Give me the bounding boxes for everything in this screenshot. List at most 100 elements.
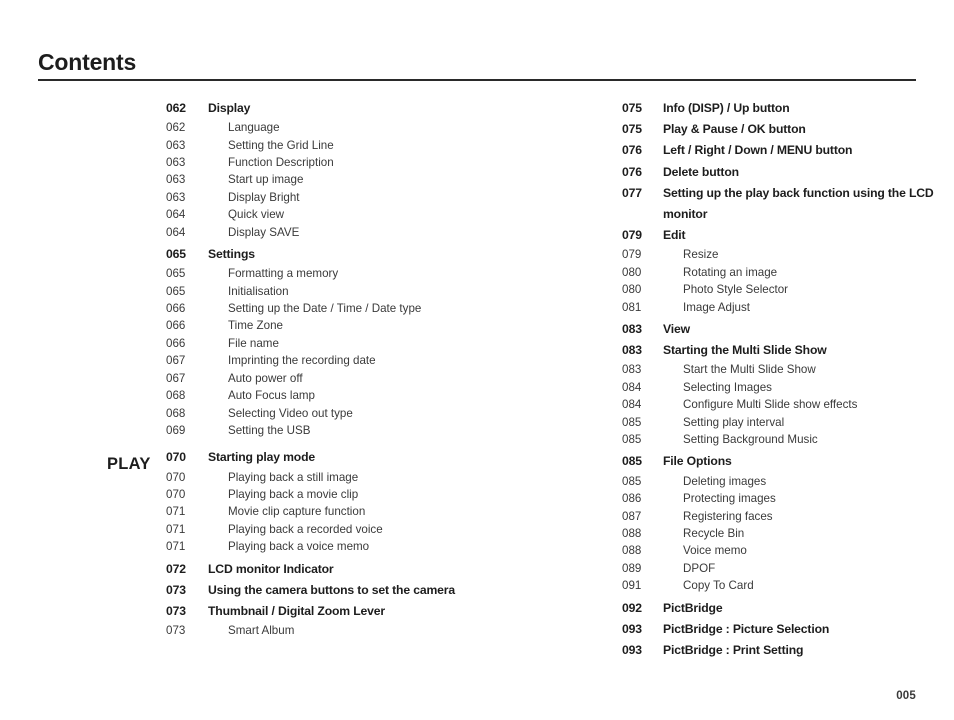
toc-entry-label: Deleting images (683, 474, 767, 488)
toc-entry[interactable]: 066 Setting up the Date / Time / Date typ… (166, 300, 566, 317)
toc-entry[interactable]: 067 Auto power off (166, 370, 566, 387)
toc-entry[interactable]: 065 Initialisation (166, 283, 566, 300)
toc-entry[interactable]: 080 Rotating an image (622, 264, 952, 281)
toc-entry[interactable]: 083 Start the Multi Slide Show (622, 361, 952, 378)
toc-entry-label: Playing back a voice memo (228, 540, 370, 554)
toc-entry[interactable]: 071 Playing back a voice memo (166, 538, 566, 555)
toc-entry[interactable]: 091 Copy To Card (622, 577, 952, 594)
toc-entry-page-number: 091 (622, 579, 642, 593)
toc-entry[interactable]: 081 Image Adjust (622, 299, 952, 316)
toc-entry[interactable]: 086 Protecting images (622, 490, 952, 507)
toc-entry[interactable]: 068 Selecting Video out type (166, 405, 566, 422)
toc-entry-label: Setting the USB (228, 423, 311, 437)
toc-entry[interactable]: 077 Setting up the play back function usi… (622, 183, 952, 225)
toc-entry[interactable]: 087 Registering faces (622, 508, 952, 525)
toc-entry[interactable]: 093 PictBridge : Picture Selection (622, 619, 952, 640)
toc-entry[interactable]: 067 Imprinting the recording date (166, 352, 566, 369)
toc-entry[interactable]: 070 Playing back a still image (166, 469, 566, 486)
toc-entry[interactable]: 085 Deleting images (622, 473, 952, 490)
toc-entry[interactable]: 079 Edit (622, 225, 952, 246)
toc-entry-page-number: 064 (166, 208, 186, 222)
toc-entry[interactable]: 063 Setting the Grid Line (166, 137, 566, 154)
toc-entry[interactable]: 063 Function Description (166, 154, 566, 171)
toc-entry-page-number: 072 (166, 561, 186, 576)
toc-entry-label: Registering faces (683, 509, 773, 523)
toc-entry[interactable]: 076 Left / Right / Down / MENU button (622, 140, 952, 161)
toc-entry[interactable]: 072 LCD monitor Indicator (166, 559, 566, 580)
toc-entry-page-number: 066 (166, 336, 186, 350)
toc-entry[interactable]: 083 View (622, 319, 952, 340)
toc-entry-page-number: 069 (166, 423, 186, 437)
toc-entry-page-number: 063 (166, 138, 186, 152)
toc-entry-label: File Options (663, 454, 732, 469)
toc-entry[interactable]: 084 Selecting Images (622, 379, 952, 396)
toc-entry-page-number: 080 (622, 265, 642, 279)
toc-entry[interactable]: 089 DPOF (622, 560, 952, 577)
toc-entry-page-number: 084 (622, 380, 642, 394)
toc-entry[interactable]: 093 PictBridge : Print Setting (622, 640, 952, 661)
toc-entry[interactable]: 062 Language (166, 119, 566, 136)
toc-entry[interactable]: 063 Display Bright (166, 189, 566, 206)
toc-entry-page-number: 088 (622, 544, 642, 558)
toc-entry-page-number: 086 (622, 492, 642, 506)
toc-entry[interactable]: 088 Recycle Bin (622, 525, 952, 542)
toc-entry[interactable]: 080 Photo Style Selector (622, 281, 952, 298)
toc-entry[interactable]: 075 Play & Pause / OK button (622, 119, 952, 140)
toc-entry[interactable]: 069 Setting the USB (166, 422, 566, 439)
toc-entry-label: DPOF (683, 561, 716, 575)
toc-entry-page-number: 087 (622, 509, 642, 523)
toc-entry-page-number: 068 (166, 389, 186, 403)
toc-entry-page-number: 073 (166, 624, 186, 638)
toc-entry[interactable]: 088 Voice memo (622, 542, 952, 559)
toc-entry-page-number: 093 (622, 642, 642, 657)
toc-entry[interactable]: 070 Playing back a movie clip (166, 486, 566, 503)
toc-entry-page-number: 065 (166, 284, 186, 298)
toc-entry[interactable]: 065 Settings (166, 244, 566, 265)
toc-entry[interactable]: 063 Start up image (166, 171, 566, 188)
toc-entry-page-number: 080 (622, 283, 642, 297)
toc-entry[interactable]: 076 Delete button (622, 162, 952, 183)
toc-entry[interactable]: 085 File Options (622, 451, 952, 472)
toc-entry-label: Smart Album (228, 624, 295, 638)
toc-entry-page-number: 075 (622, 122, 642, 137)
toc-entry-label: Auto power off (228, 371, 303, 385)
toc-entry[interactable]: 066 Time Zone (166, 317, 566, 334)
toc-entry[interactable]: 066 File name (166, 335, 566, 352)
toc-entry[interactable]: 085 Setting Background Music (622, 431, 952, 448)
toc-entry[interactable]: 073 Smart Album (166, 622, 566, 639)
toc-entry-page-number: 079 (622, 228, 642, 243)
toc-entry[interactable]: 083 Starting the Multi Slide Show (622, 340, 952, 361)
toc-entry-label: Selecting Images (683, 380, 772, 394)
toc-entry-page-number: 077 (622, 185, 642, 200)
toc-entry[interactable]: 075 Info (DISP) / Up button (622, 98, 952, 119)
toc-entry[interactable]: 070 Starting play mode (166, 447, 566, 468)
toc-entry-label: Configure Multi Slide show effects (683, 398, 858, 412)
toc-entry-page-number: 071 (166, 540, 186, 554)
toc-entry-label: Resize (683, 248, 719, 262)
toc-entry-label: Formatting a memory (228, 267, 339, 281)
toc-entry[interactable]: 092 PictBridge (622, 598, 952, 619)
toc-entry[interactable]: 079 Resize (622, 246, 952, 263)
toc-entry[interactable]: 071 Playing back a recorded voice (166, 521, 566, 538)
toc-entry[interactable]: 084 Configure Multi Slide show effects (622, 396, 952, 413)
toc-entry-label: Playing back a movie clip (228, 487, 359, 501)
toc-entry-label: Delete button (663, 164, 739, 179)
toc-entry[interactable]: 071 Movie clip capture function (166, 503, 566, 520)
toc-entry[interactable]: 064 Display SAVE (166, 224, 566, 241)
toc-entry[interactable]: 064 Quick view (166, 206, 566, 223)
toc-entry[interactable]: 073 Thumbnail / Digital Zoom Lever (166, 601, 566, 622)
toc-entry-page-number: 076 (622, 143, 642, 158)
toc-entry[interactable]: 065 Formatting a memory (166, 265, 566, 282)
toc-entry-label: Voice memo (683, 544, 747, 558)
toc-entry-label: Starting the Multi Slide Show (663, 343, 827, 358)
toc-entry-page-number: 070 (166, 450, 186, 465)
toc-entry[interactable]: 062 Display (166, 98, 566, 119)
toc-entry[interactable]: 085 Setting play interval (622, 414, 952, 431)
toc-entry[interactable]: 073 Using the camera buttons to set the c… (166, 580, 566, 601)
toc-entry-label: View (663, 322, 690, 337)
toc-entry-page-number: 066 (166, 319, 186, 333)
toc-entry[interactable]: 068 Auto Focus lamp (166, 387, 566, 404)
toc-entry-page-number: 085 (622, 415, 642, 429)
toc-entry-label: LCD monitor Indicator (208, 561, 334, 576)
toc-entry-page-number: 062 (166, 101, 186, 115)
